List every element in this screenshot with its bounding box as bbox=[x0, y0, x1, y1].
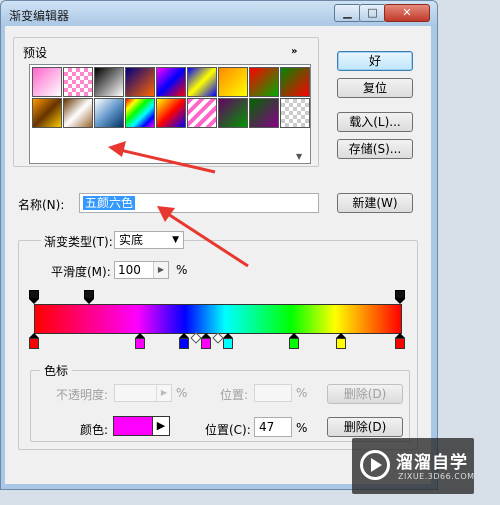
preset-swatch[interactable] bbox=[156, 98, 186, 128]
play-logo-icon bbox=[360, 450, 390, 480]
preset-swatch[interactable] bbox=[280, 98, 310, 128]
preset-swatch[interactable] bbox=[94, 67, 124, 97]
stop-color-swatch[interactable] bbox=[113, 416, 153, 436]
preset-swatch[interactable] bbox=[156, 67, 186, 97]
name-input-value: 五颜六色 bbox=[83, 196, 136, 210]
smoothness-value: 100 bbox=[118, 263, 141, 277]
preset-swatch[interactable] bbox=[125, 67, 155, 97]
watermark-text: 溜溜自学 bbox=[396, 453, 468, 473]
color-stop[interactable] bbox=[201, 333, 212, 350]
color-stop[interactable] bbox=[29, 333, 39, 350]
minimize-button[interactable]: ▁ bbox=[334, 4, 361, 22]
opacity-stop[interactable] bbox=[29, 290, 39, 304]
preset-swatch-grid[interactable] bbox=[29, 64, 311, 164]
smoothness-input[interactable]: 100 ▶ bbox=[114, 261, 169, 279]
color-label: 颜色: bbox=[80, 423, 109, 437]
preset-swatch[interactable] bbox=[218, 98, 248, 128]
ok-button[interactable]: 好 bbox=[337, 51, 413, 71]
color-stop[interactable] bbox=[395, 333, 405, 350]
gradient-type-label: 渐变类型(T): bbox=[41, 233, 116, 250]
smoothness-slider-arrow-icon[interactable]: ▶ bbox=[153, 262, 168, 278]
presets-menu-icon[interactable]: » bbox=[291, 46, 297, 57]
smoothness-unit: % bbox=[176, 263, 188, 277]
preset-swatch[interactable] bbox=[32, 98, 62, 128]
preset-swatch[interactable] bbox=[63, 98, 93, 128]
opacity-stop[interactable] bbox=[395, 290, 405, 304]
delete-color-stop-button[interactable]: 删除(D) bbox=[327, 417, 403, 437]
gradient-type-value: 实底 bbox=[119, 233, 144, 247]
opacity-slider-arrow-icon: ▶ bbox=[156, 385, 171, 401]
presets-label: 预设 bbox=[20, 44, 51, 61]
color-menu-arrow-icon[interactable]: ▶ bbox=[152, 416, 170, 436]
color-stop[interactable] bbox=[179, 333, 190, 350]
opacity-stop[interactable] bbox=[83, 290, 94, 304]
preset-swatch[interactable] bbox=[249, 67, 279, 97]
preset-swatch[interactable] bbox=[63, 67, 93, 97]
color-location-unit: % bbox=[296, 421, 308, 435]
opacity-location-label: 位置: bbox=[220, 388, 249, 402]
gradient-bar[interactable] bbox=[34, 304, 402, 334]
preset-swatch[interactable] bbox=[280, 67, 310, 97]
title-bar[interactable]: 渐变编辑器 ▁ □ ✕ bbox=[1, 1, 437, 27]
preset-swatch[interactable] bbox=[187, 67, 217, 97]
new-button[interactable]: 新建(W) bbox=[337, 193, 413, 213]
reset-button[interactable]: 复位 bbox=[337, 78, 413, 98]
maximize-button[interactable]: □ bbox=[359, 4, 386, 22]
preset-swatch[interactable] bbox=[32, 67, 62, 97]
opacity-input[interactable]: ▶ bbox=[114, 384, 172, 402]
close-button[interactable]: ✕ bbox=[384, 4, 430, 22]
opacity-location-input[interactable] bbox=[254, 384, 292, 402]
preset-swatch[interactable] bbox=[187, 98, 217, 128]
preset-swatch[interactable] bbox=[249, 98, 279, 128]
watermark: 溜溜自学 ZIXUE.3D66.COM bbox=[352, 438, 474, 494]
opacity-unit: % bbox=[176, 386, 188, 400]
chevron-down-icon: ▼ bbox=[172, 235, 179, 245]
save-button[interactable]: 存储(S)... bbox=[337, 139, 413, 159]
name-label: 名称(N): bbox=[18, 198, 65, 212]
color-stop[interactable] bbox=[135, 333, 146, 350]
opacity-location-unit: % bbox=[296, 386, 308, 400]
color-location-label: 位置(C): bbox=[205, 423, 251, 437]
window-title: 渐变编辑器 bbox=[9, 9, 70, 23]
color-stop[interactable] bbox=[288, 333, 299, 350]
scroll-down-icon[interactable]: ▼ bbox=[296, 152, 302, 161]
preset-swatch[interactable] bbox=[218, 67, 248, 97]
gradient-type-select[interactable]: 实底 ▼ bbox=[114, 231, 184, 249]
preset-swatch[interactable] bbox=[94, 98, 124, 128]
color-stop[interactable] bbox=[222, 333, 233, 350]
color-location-input[interactable]: 47 bbox=[254, 417, 292, 437]
color-stop[interactable] bbox=[336, 333, 347, 350]
stops-label: 色标 bbox=[40, 362, 73, 379]
load-button[interactable]: 载入(L)... bbox=[337, 112, 413, 132]
preset-swatch[interactable] bbox=[125, 98, 155, 128]
watermark-url: ZIXUE.3D66.COM bbox=[398, 472, 475, 481]
smoothness-label: 平滑度(M): bbox=[51, 265, 111, 279]
delete-opacity-stop-button[interactable]: 删除(D) bbox=[327, 384, 403, 404]
opacity-label: 不透明度: bbox=[56, 388, 109, 402]
